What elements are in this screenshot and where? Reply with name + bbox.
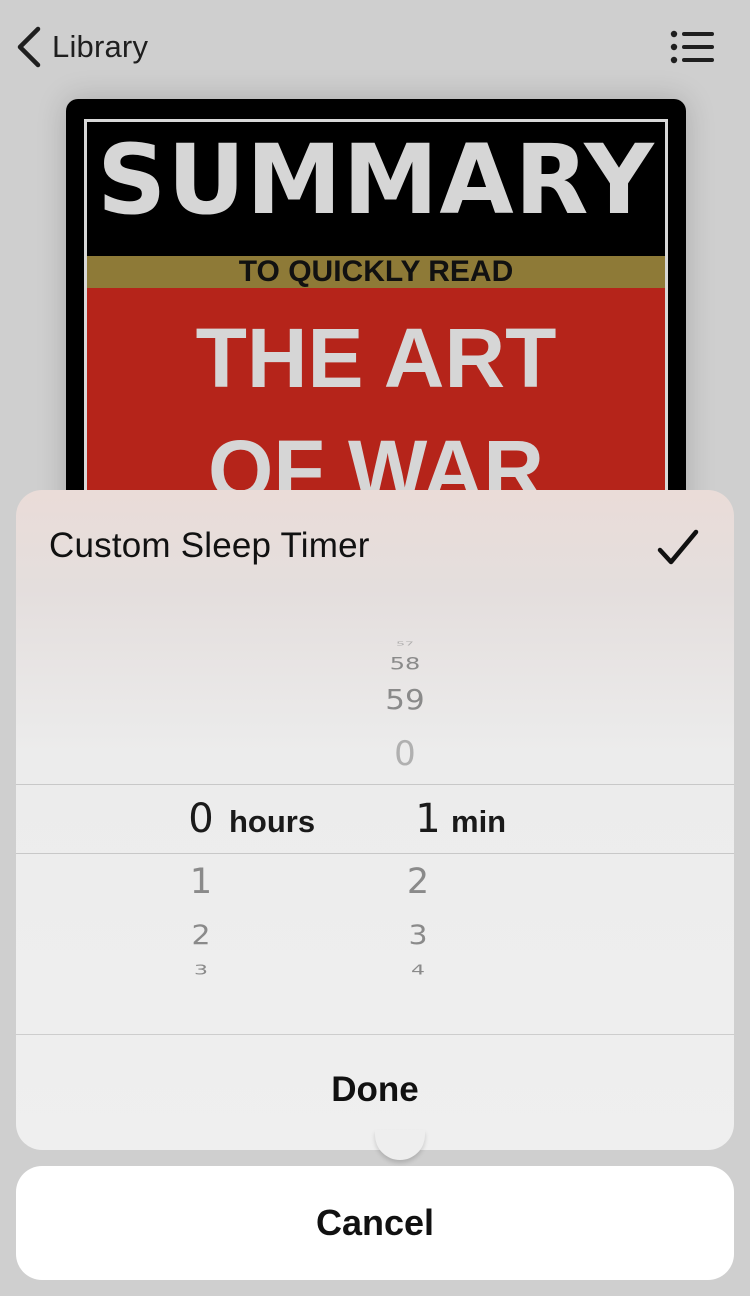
checkmark-icon[interactable] — [656, 526, 700, 570]
cover-band-text: TO QUICKLY READ — [87, 256, 665, 288]
chevron-left-icon — [17, 26, 41, 68]
back-button-label: Library — [52, 29, 149, 64]
hour-option[interactable]: 1 — [161, 862, 241, 902]
cover-line-1: THE ART — [195, 311, 557, 405]
navigation-bar: Library — [0, 0, 750, 95]
minute-option[interactable]: 4 — [378, 963, 458, 978]
hour-option[interactable]: 3 — [161, 963, 241, 978]
selection-bottom-line — [16, 853, 734, 854]
minute-option[interactable]: 59 — [365, 684, 445, 716]
minute-option[interactable]: 58 — [365, 654, 445, 674]
minutes-unit-label: min — [451, 804, 507, 839]
cancel-button[interactable]: Cancel — [16, 1166, 734, 1280]
sheet-title: Custom Sleep Timer — [49, 526, 370, 565]
minute-option[interactable]: 57 — [365, 641, 445, 647]
minute-option[interactable]: 3 — [378, 920, 458, 951]
cover-title: SUMMARY — [97, 124, 655, 236]
list-icon[interactable] — [668, 28, 718, 68]
scrubber-knob[interactable] — [375, 1130, 425, 1160]
time-picker[interactable]: 57 58 59 0 0 hours 1 min 1 2 3 2 3 4 — [16, 624, 734, 998]
minute-option[interactable]: 0 — [378, 734, 432, 774]
back-button[interactable]: Library — [14, 22, 148, 72]
hour-option[interactable]: 2 — [161, 920, 241, 951]
sleep-timer-sheet: Custom Sleep Timer 57 58 59 0 0 hours 1 … — [16, 490, 734, 1150]
selection-top-line — [16, 784, 734, 785]
hours-unit-label: hours — [229, 804, 316, 839]
minute-option[interactable]: 2 — [378, 862, 458, 902]
